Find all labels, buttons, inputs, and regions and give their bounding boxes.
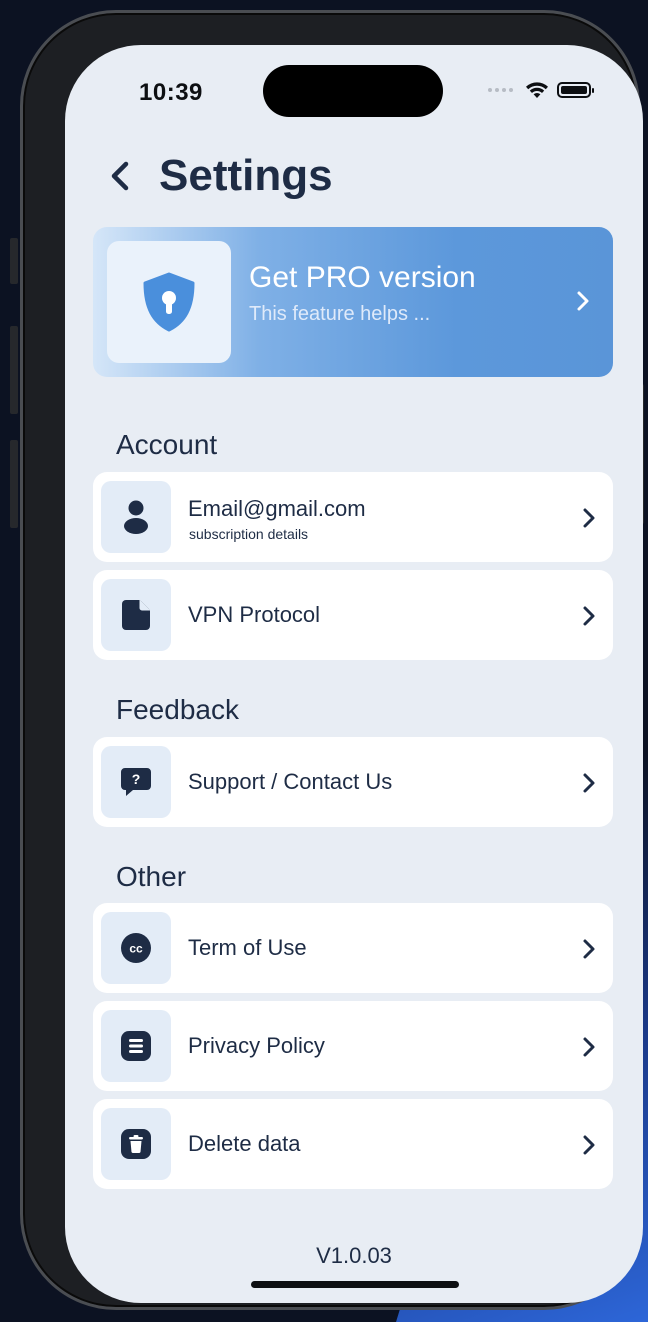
signal-icon	[488, 88, 513, 92]
row-icon-box	[101, 1108, 171, 1180]
vpn-protocol-row[interactable]: VPN Protocol	[93, 570, 613, 660]
row-icon-box	[101, 481, 171, 553]
chevron-left-icon	[111, 161, 129, 191]
document-icon	[122, 600, 150, 630]
row-icon-box	[101, 579, 171, 651]
chevron-right-icon	[583, 1135, 595, 1155]
account-email-row[interactable]: Email@gmail.com subscription details	[93, 472, 613, 562]
section-label-other: Other	[116, 861, 187, 892]
chevron-right-icon	[583, 508, 595, 528]
row-icon-box: ?	[101, 746, 171, 818]
delete-data-label: Delete data	[188, 1131, 301, 1156]
status-icons	[488, 81, 594, 99]
question-chat-icon: ?	[121, 768, 151, 796]
chevron-right-icon	[577, 291, 589, 311]
status-time: 10:39	[139, 79, 203, 106]
volume-up-button	[10, 326, 18, 414]
terms-of-use-row[interactable]: cc Term of Use	[93, 903, 613, 993]
terms-of-use-label: Term of Use	[188, 935, 307, 960]
chevron-right-icon	[583, 606, 595, 626]
privacy-policy-row[interactable]: Privacy Policy	[93, 1001, 613, 1091]
privacy-policy-label: Privacy Policy	[188, 1033, 325, 1058]
chevron-right-icon	[583, 1037, 595, 1057]
phone-frame: 10:39 Settings Get PRO version This feat…	[20, 10, 643, 1310]
row-icon-box: cc	[101, 912, 171, 984]
delete-data-row[interactable]: Delete data	[93, 1099, 613, 1189]
home-indicator[interactable]	[251, 1281, 459, 1288]
screen: 10:39 Settings Get PRO version This feat…	[65, 45, 643, 1303]
vpn-protocol-label: VPN Protocol	[188, 602, 321, 627]
svg-text:?: ?	[132, 771, 141, 787]
subscription-details-label: subscription details	[189, 526, 309, 542]
list-icon	[121, 1031, 151, 1061]
action-button	[10, 238, 18, 284]
trash-icon	[121, 1129, 151, 1159]
chevron-right-icon	[583, 939, 595, 959]
svg-text:cc: cc	[129, 942, 143, 956]
section-label-account: Account	[116, 429, 218, 460]
get-pro-banner[interactable]: Get PRO version This feature helps ...	[93, 227, 613, 377]
support-contact-row[interactable]: ? Support / Contact Us	[93, 737, 613, 827]
user-icon	[124, 500, 148, 534]
row-icon-box	[101, 1010, 171, 1082]
header: Settings	[109, 151, 333, 201]
dynamic-island	[263, 65, 443, 117]
email-label: Email@gmail.com	[188, 496, 366, 521]
volume-down-button	[10, 440, 18, 528]
app-version: V1.0.03	[316, 1243, 392, 1268]
wifi-icon	[526, 82, 548, 98]
pro-subtitle: This feature helps ...	[249, 303, 431, 325]
section-label-feedback: Feedback	[116, 694, 239, 725]
back-button[interactable]	[109, 156, 133, 196]
pro-icon-box	[107, 241, 231, 363]
page-title: Settings	[159, 151, 333, 200]
shield-keyhole-icon	[143, 272, 195, 332]
support-contact-label: Support / Contact Us	[188, 769, 393, 794]
pro-title: Get PRO version	[249, 261, 476, 294]
battery-icon	[557, 82, 594, 98]
chevron-right-icon	[583, 773, 595, 793]
cc-icon: cc	[121, 933, 151, 963]
